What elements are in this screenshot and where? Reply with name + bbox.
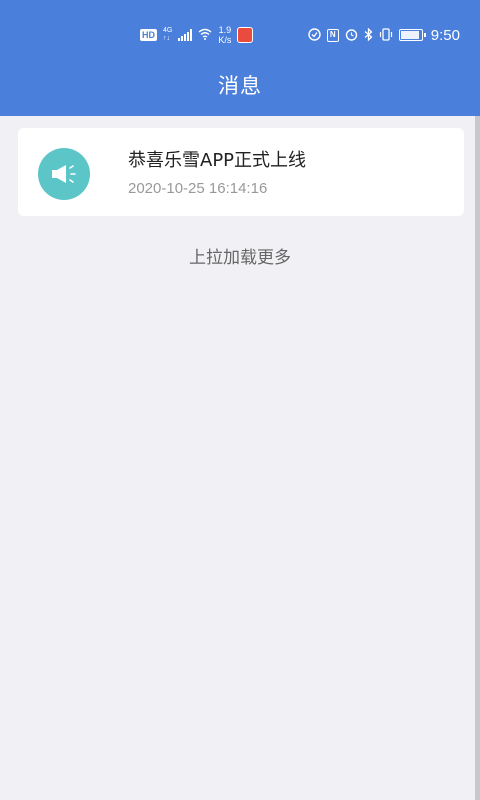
network-type-label: 4G — [163, 27, 173, 34]
network-activity: ↑↓ — [163, 35, 170, 42]
signal-icon — [178, 29, 193, 41]
bluetooth-icon — [364, 26, 373, 43]
header-bar: HD 4G ↑↓ 1.9 K/s N 9:50 消息 — [0, 0, 480, 116]
status-time: 9:50 — [430, 26, 460, 44]
scrollbar[interactable] — [475, 116, 480, 800]
message-title: 恭喜乐雪APP正式上线 — [128, 150, 307, 171]
data-saver-icon — [308, 27, 321, 43]
load-more-hint[interactable]: 上拉加载更多 — [0, 243, 480, 268]
status-bar-right: N 9:50 — [308, 22, 460, 48]
network-speed: 1.9 K/s — [218, 25, 231, 45]
network-type: 4G ↑↓ — [163, 27, 172, 43]
message-time: 2020-10-25 16:14:16 — [128, 180, 268, 197]
message-card[interactable]: 恭喜乐雪APP正式上线 2020-10-25 16:14:16 — [18, 128, 464, 216]
status-bar: HD 4G ↑↓ 1.9 K/s N 9:50 — [0, 18, 480, 52]
alarm-icon — [345, 28, 358, 43]
page-title: 消息 — [218, 74, 262, 98]
network-speed-value: 1.9 — [218, 25, 232, 35]
battery-icon — [398, 29, 426, 41]
network-speed-unit: K/s — [218, 35, 232, 45]
nfc-icon: N — [326, 28, 339, 42]
app-notification-icon — [237, 27, 254, 43]
vibrate-icon — [379, 27, 393, 43]
megaphone-icon — [38, 148, 90, 200]
hd-badge: HD — [140, 29, 157, 41]
wifi-icon — [198, 28, 212, 42]
status-bar-left: HD 4G ↑↓ 1.9 K/s — [140, 22, 254, 48]
